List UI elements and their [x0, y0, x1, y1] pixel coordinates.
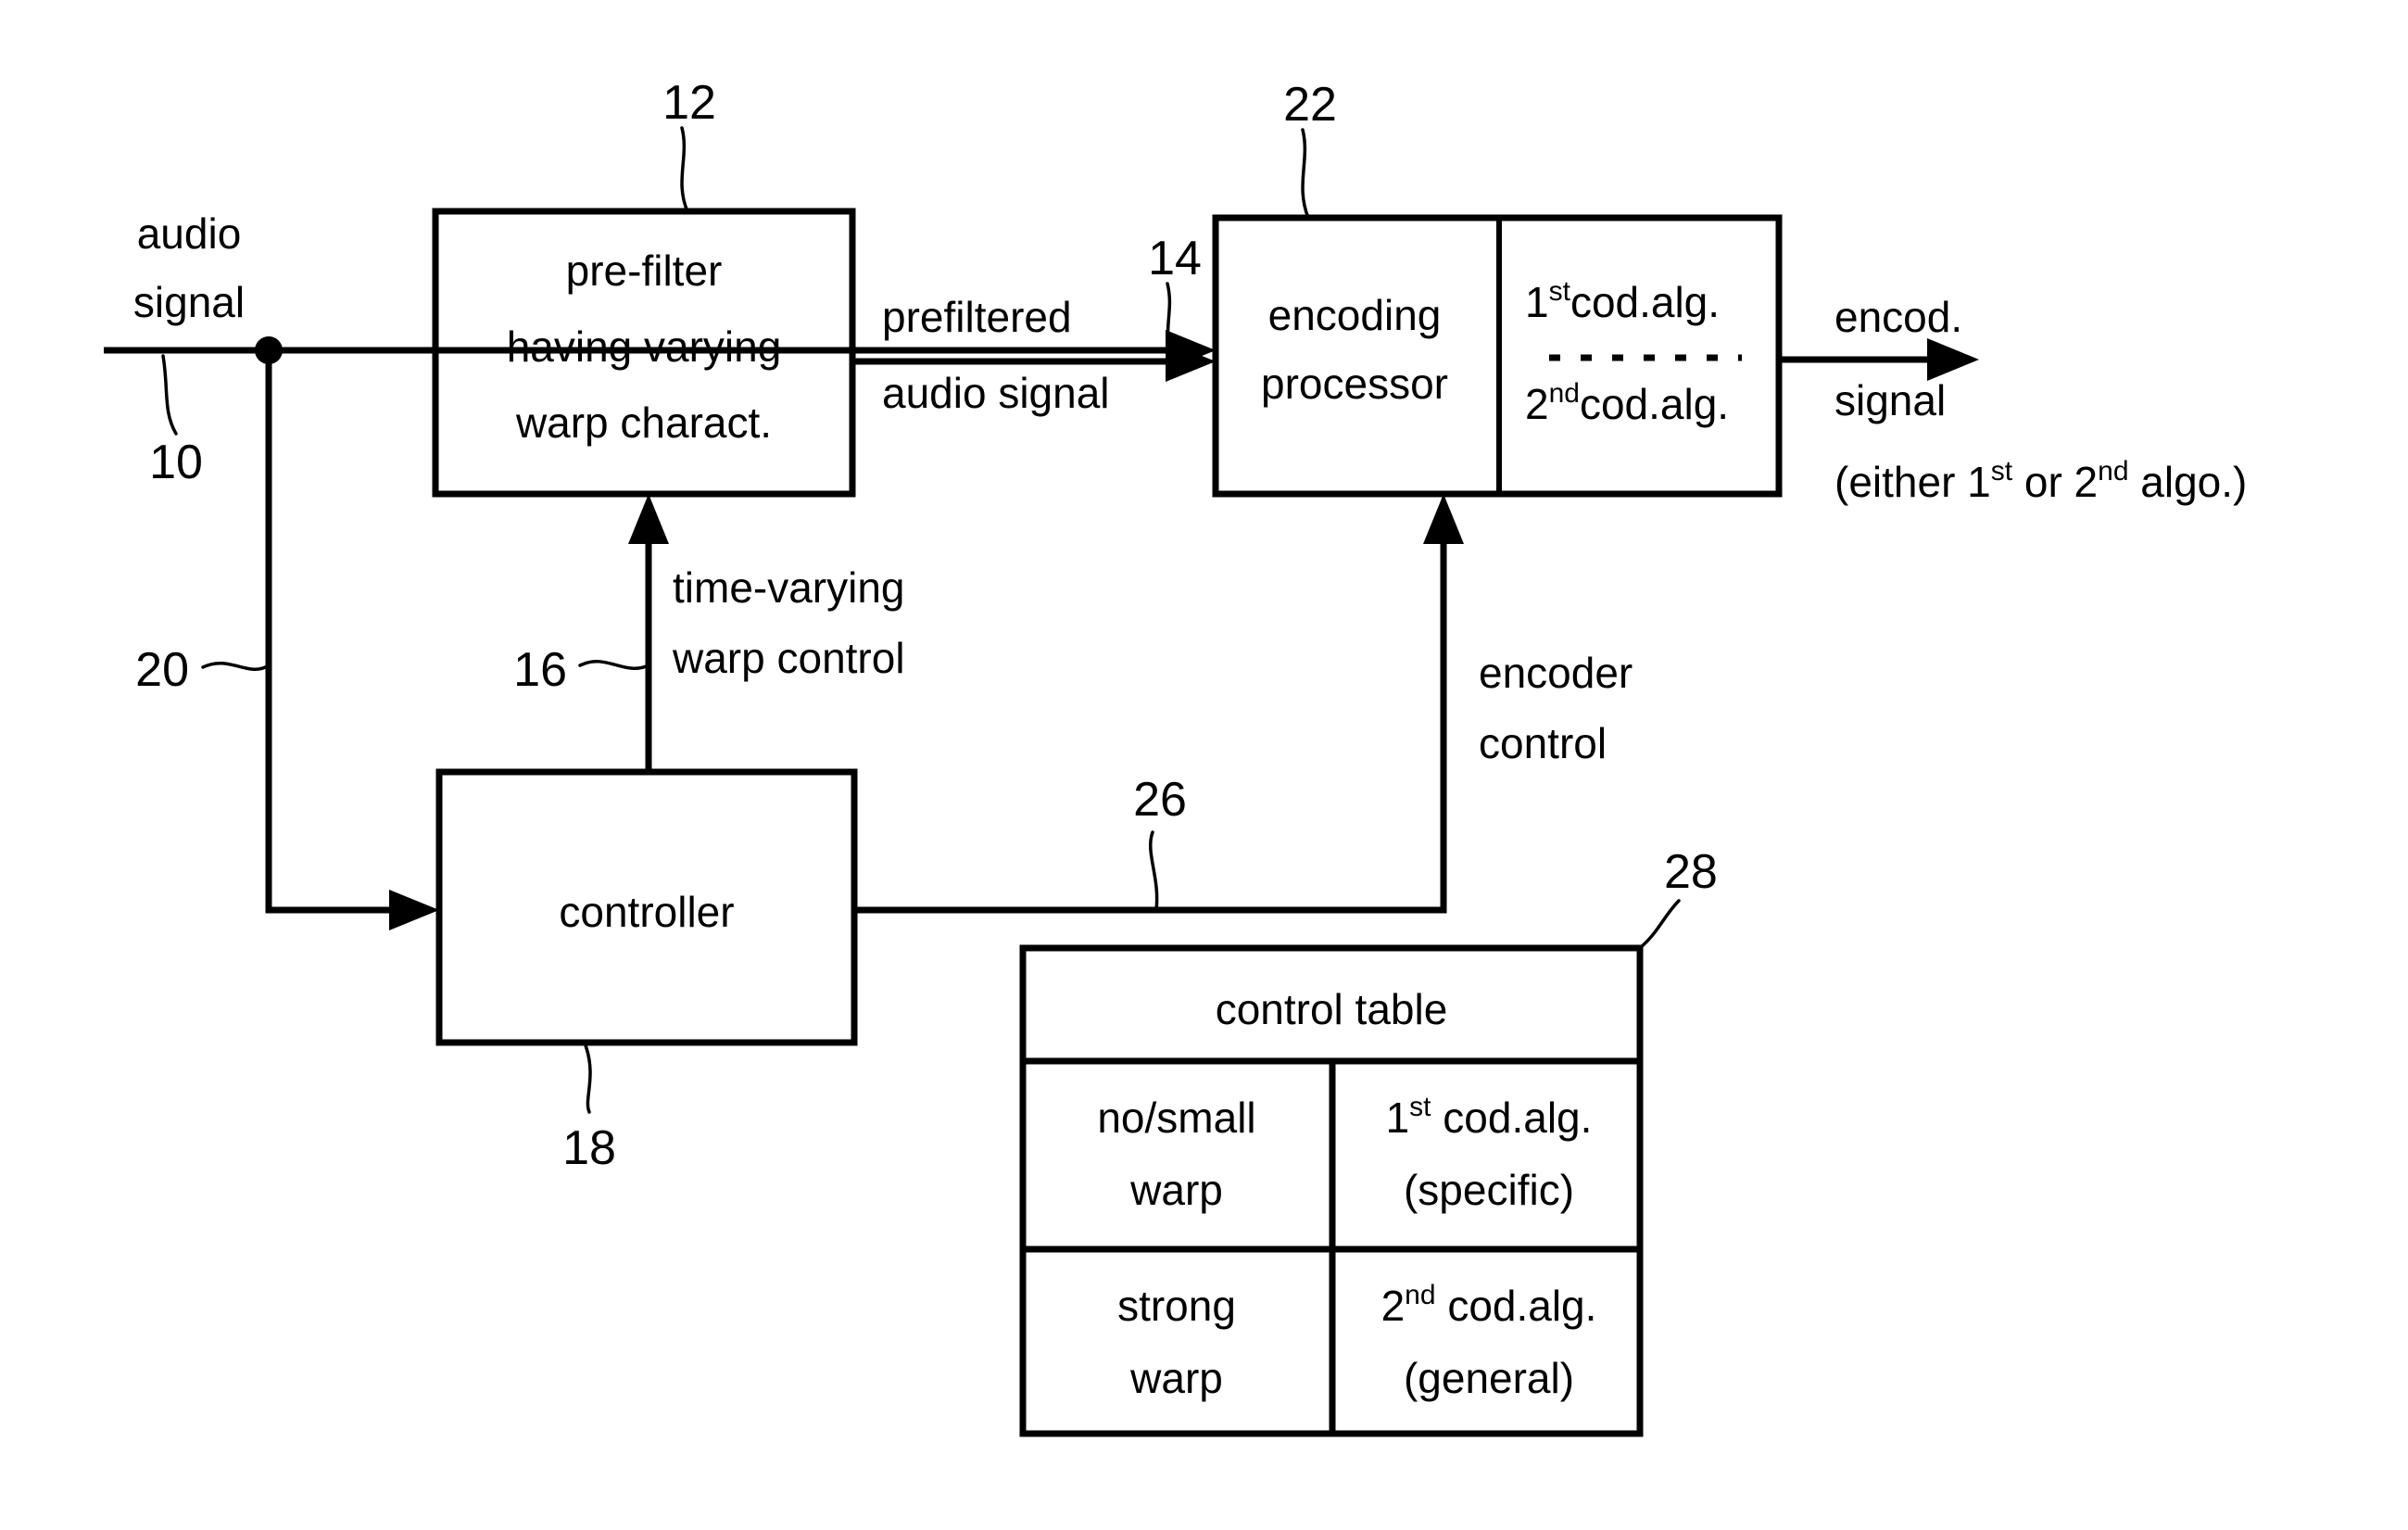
coding-algorithm-1-number: 1	[1525, 278, 1549, 326]
controller-label: controller	[559, 888, 734, 936]
arrow-head-into-encoder-bottom	[1423, 494, 1464, 544]
arrow-head-into-prefilter-bottom	[628, 494, 669, 544]
encoding-processor-block: encoding processor 1stcod.alg. 2ndcod.al…	[1212, 214, 1783, 498]
audio-signal-label-line2: signal	[133, 278, 245, 326]
encoded-signal-label-line2: signal	[1834, 376, 1946, 424]
encoder-control-label-line2: control	[1479, 719, 1607, 767]
reference-numeral-10-group: 10	[149, 354, 203, 489]
reference-numeral-22-group: 22	[1283, 78, 1337, 220]
coding-algorithm-1-name: cod.alg.	[1570, 278, 1720, 326]
reference-numeral-20-group: 20	[135, 643, 271, 697]
control-table-row-1-result-number: 2	[1381, 1282, 1406, 1330]
encoder-control-label: encoder control	[1479, 649, 1633, 767]
warp-control-label-line2: warp control	[672, 634, 905, 682]
reference-numeral-12: 12	[662, 76, 716, 130]
encoded-signal-output-label: encod. signal (either 1st or 2nd algo.)	[1834, 293, 2247, 506]
encoded-signal-label-line3: (either 1st or 2nd algo.)	[1834, 456, 2247, 506]
control-table-row-1-result-qualifier: (general)	[1404, 1354, 1574, 1402]
branch-wire-to-controller	[265, 350, 439, 930]
controller-block: controller	[435, 768, 858, 1046]
coding-algorithm-1-suffix: st	[1549, 276, 1571, 307]
output-algo-sup1: st	[1991, 456, 2013, 487]
reference-numeral-18-group: 18	[562, 1043, 616, 1175]
reference-numeral-28: 28	[1664, 845, 1718, 899]
control-table-row-0-result-suffix: st	[1409, 1092, 1431, 1122]
output-algo-prefix: (either 1	[1834, 458, 1991, 506]
arrow-head-output	[1927, 338, 1979, 381]
output-algo-suffix: algo.)	[2129, 458, 2248, 506]
audio-signal-label-line1: audio	[137, 209, 242, 258]
encoder-control-label-line1: encoder	[1479, 649, 1633, 697]
control-table-row: strong warp 2nd cod.alg. (general)	[1117, 1280, 1596, 1402]
control-table-row-1-condition-line1: strong	[1117, 1282, 1236, 1330]
encoding-processor-label-line2: processor	[1261, 360, 1448, 408]
encoded-signal-output-wire	[1779, 338, 1979, 381]
control-table-title: control table	[1216, 985, 1448, 1033]
output-algo-sup2: nd	[2098, 456, 2128, 487]
reference-numeral-20: 20	[135, 643, 189, 697]
control-table-row-0-result-number: 1	[1386, 1094, 1410, 1142]
output-algo-middle: or 2	[2012, 458, 2098, 506]
control-table-row-0-result-name: cod.alg.	[1443, 1094, 1592, 1142]
control-table-row: no/small warp 1st cod.alg. (specific)	[1097, 1092, 1592, 1214]
encoder-control-wire	[854, 494, 1464, 914]
prefilter-label-line1: pre-filter	[566, 247, 723, 295]
warp-control-wire	[628, 494, 669, 772]
reference-numeral-14: 14	[1148, 232, 1202, 285]
patent-figure: audio signal 10 20 pre-filter having var…	[0, 0, 2408, 1530]
control-table-row-0-result: 1st cod.alg.	[1386, 1092, 1593, 1142]
svg-text:2ndcod.alg.: 2ndcod.alg.	[1525, 378, 1729, 428]
reference-numeral-10: 10	[149, 436, 203, 489]
coding-algorithm-2-suffix: nd	[1549, 378, 1580, 409]
reference-numeral-18: 18	[562, 1121, 616, 1175]
reference-numeral-22: 22	[1283, 78, 1337, 132]
reference-numeral-16-group: 16	[513, 643, 650, 697]
audio-signal-label: audio signal	[133, 209, 245, 326]
coding-algorithm-2-name: cod.alg.	[1580, 380, 1729, 428]
control-table-row-0-result-qualifier: (specific)	[1404, 1166, 1574, 1214]
reference-numeral-12-group: 12	[662, 76, 716, 213]
block-diagram-canvas: audio signal 10 20 pre-filter having var…	[104, 76, 2247, 1437]
reference-numeral-26: 26	[1133, 773, 1187, 827]
prefilter-label-line2: having varying	[507, 322, 782, 371]
reference-numeral-26-group: 26	[1133, 773, 1187, 912]
control-table-row-1-result: 2nd cod.alg.	[1381, 1280, 1597, 1330]
arrow-head-into-controller	[389, 890, 439, 930]
control-table-row-1-condition-line2: warp	[1129, 1354, 1223, 1402]
svg-text:1stcod.alg.: 1stcod.alg.	[1525, 276, 1720, 326]
coding-algorithm-1-entry: 1stcod.alg.	[1525, 276, 1720, 326]
control-table: control table no/small warp 1st cod.alg.…	[1019, 944, 1644, 1437]
reference-numeral-28-group: 28	[1638, 845, 1718, 950]
warp-control-label: time-varying warp control	[672, 563, 905, 682]
coding-algorithm-2-number: 2	[1525, 380, 1549, 428]
prefiltered-signal-label-line1: prefiltered	[882, 293, 1072, 341]
control-table-row-0-condition-line2: warp	[1129, 1166, 1223, 1214]
control-table-row-1-result-suffix: nd	[1405, 1280, 1435, 1310]
encoding-processor-label-line1: encoding	[1268, 291, 1442, 339]
prefilter-label-line3: warp charact.	[515, 398, 772, 447]
reference-numeral-16: 16	[513, 643, 567, 697]
prefiltered-signal-label: prefiltered audio signal	[882, 293, 1110, 417]
coding-algorithm-2-entry: 2ndcod.alg.	[1525, 378, 1729, 428]
control-table-row-0-condition-line1: no/small	[1097, 1094, 1255, 1142]
encoded-signal-label-line1: encod.	[1834, 293, 1962, 341]
prefiltered-signal-label-line2: audio signal	[882, 369, 1110, 417]
warp-control-label-line1: time-varying	[673, 563, 905, 612]
control-table-row-1-result-name: cod.alg.	[1447, 1282, 1596, 1330]
